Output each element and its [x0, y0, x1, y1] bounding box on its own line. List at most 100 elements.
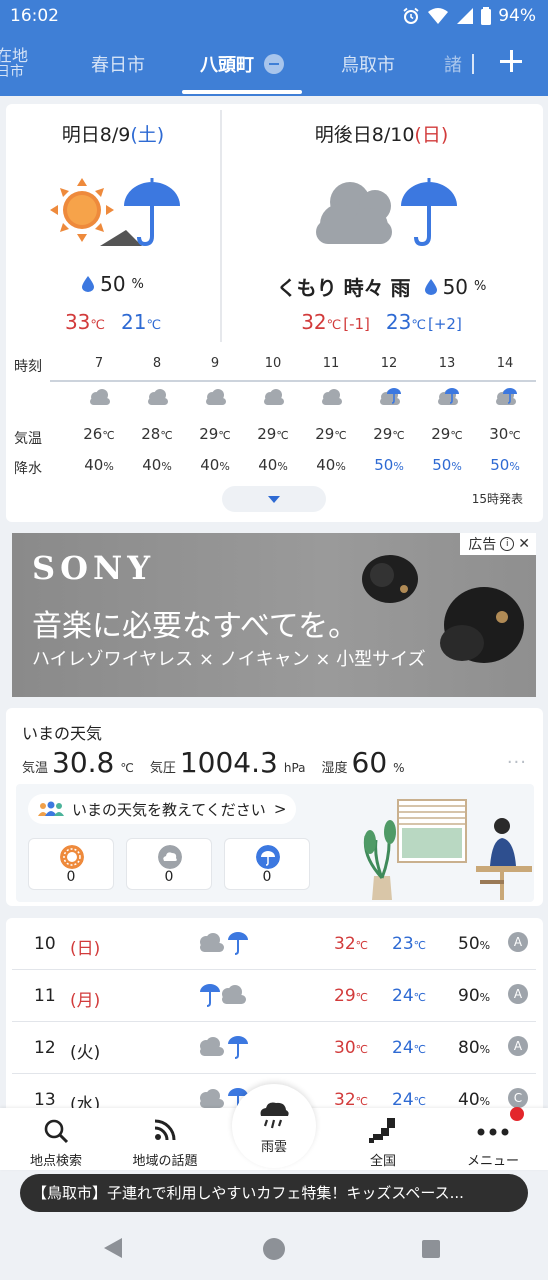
pressure-unit: hPa [283, 761, 306, 775]
hourly-forecast[interactable]: 時刻 気温 降水 7 26℃ 40% 8 28℃ 40% 9 29℃ 40% 10 29℃ 40% 11… [6, 350, 543, 490]
nav-rain-radar[interactable]: 雨雲 [232, 1084, 316, 1168]
day-after-forecast[interactable]: 明後日8/10(日) くもり 時々 雨 50% 32℃ [-1] 23℃ [+2… [220, 104, 543, 340]
day-after-high-diff: [-1] [343, 315, 370, 333]
forecast-card: 明日8/9(土) 50 % 33℃ 21℃ 明後日8/10(日) くもり 時々 … [6, 104, 543, 522]
ad-label[interactable]: 広告 i ✕ [460, 533, 536, 555]
current-humidity: 60 [351, 746, 388, 779]
report-cloudy-button[interactable]: 0 [126, 838, 212, 890]
hour-label: 14 [496, 356, 514, 371]
tab-kasuga[interactable]: 春日市 [80, 36, 156, 92]
ad-subline: ハイレゾワイヤレス × ノイキャン × 小型サイズ [32, 649, 426, 670]
nav-nationwide[interactable]: 全国 [346, 1108, 420, 1170]
ad-label-text: 広告 [468, 537, 497, 553]
recent-apps-icon[interactable] [422, 1240, 440, 1258]
daily-date: 10 [34, 934, 56, 954]
tab-label: 八頭町 [200, 55, 254, 76]
daily-row[interactable]: 11 (月) 29℃ 24℃ 90% A [12, 970, 536, 1022]
daily-rain-chance: 80% [458, 1038, 491, 1058]
remove-tab-icon[interactable] [264, 54, 284, 74]
report-rain-button[interactable]: 0 [224, 838, 310, 890]
back-icon[interactable] [104, 1238, 122, 1258]
raindrop-icon [82, 276, 95, 292]
hour-label: 10 [264, 356, 282, 371]
hour-label: 11 [322, 356, 340, 371]
advertisement-banner[interactable]: SONY 音楽に必要なすべてを。 ハイレゾワイヤレス × ノイキャン × 小型サ… [12, 533, 536, 697]
status-icons: 94% [402, 6, 536, 26]
report-sunny-button[interactable]: 0 [28, 838, 114, 890]
hour-label: 8 [152, 356, 162, 371]
more-options-icon[interactable]: ··· [507, 752, 527, 773]
cloud-icon [261, 386, 287, 408]
tomorrow-forecast[interactable]: 明日8/9(土) 50 % 33℃ 21℃ [6, 104, 220, 340]
tab-divider [472, 54, 474, 74]
tab-current-location-line1: 在地 [0, 46, 29, 65]
ad-info-icon[interactable]: i [500, 537, 515, 551]
home-icon[interactable] [263, 1238, 285, 1260]
daily-date: 12 [34, 1038, 56, 1058]
person-at-window-illustration [363, 799, 532, 900]
daily-high: 32℃ [334, 934, 368, 954]
tomorrow-rain-unit: % [131, 276, 144, 292]
current-weather-card: いまの天気 気温 30.8 ℃ 気圧 1004.3 hPa 湿度 60 % ··… [6, 708, 543, 906]
hour-rain-chance: 40% [142, 456, 172, 474]
active-tab-indicator [182, 90, 302, 94]
daily-high: 29℃ [334, 986, 368, 1006]
issued-time: 15時発表 [471, 492, 523, 506]
status-time: 16:02 [10, 6, 59, 26]
temp-unit: ℃ [90, 318, 105, 333]
hour-rain-chance: 40% [258, 456, 288, 474]
cloud-icon [203, 386, 229, 408]
notification-badge [510, 1107, 524, 1121]
hour-temp: 30℃ [489, 425, 521, 443]
current-weather-title: いまの天気 [22, 724, 103, 743]
news-ticker[interactable]: 【鳥取市】子連れで利用しやすいカフェ特集！キッズスペース... [20, 1174, 528, 1212]
day-after-low-diff: [+2] [427, 315, 462, 333]
sunny-count: 0 [66, 869, 76, 885]
status-bar: 16:02 94% [0, 0, 548, 32]
day-after-rain-unit: % [474, 279, 487, 294]
rain-icon [256, 845, 280, 869]
hour-label: 13 [438, 356, 456, 371]
daily-rain-chance: 90% [458, 986, 491, 1006]
daily-weekday: (月) [70, 991, 101, 1011]
hour-label: 9 [210, 356, 220, 371]
battery-level: 94% [498, 6, 536, 26]
tab-other[interactable]: 諸 [444, 36, 470, 92]
temp-label: 気温 [22, 761, 49, 776]
cloudy-count: 0 [164, 869, 174, 885]
current-temp: 30.8 [52, 746, 115, 779]
earbud-image [440, 587, 524, 663]
expand-hourly-button[interactable] [222, 486, 326, 512]
daily-weekday: (火) [70, 1043, 101, 1063]
ad-close-icon[interactable]: ✕ [518, 536, 530, 552]
japan-map-icon [369, 1118, 395, 1143]
tab-current-location[interactable]: 在地 日市 [0, 36, 36, 92]
hour-row-label: 時刻 [14, 359, 42, 375]
cloud-umbrella-icon [435, 386, 461, 408]
daily-weekday: (日) [70, 939, 101, 959]
nav-location-search[interactable]: 地点検索 [16, 1108, 96, 1170]
cloud-icon [145, 386, 171, 408]
daily-row[interactable]: 10 (日) 32℃ 23℃ 50% A [12, 918, 536, 970]
day-after-high: 32℃ [-1] [301, 310, 370, 334]
daily-row[interactable]: 12 (火) 30℃ 24℃ 80% A [12, 1022, 536, 1074]
nav-local-topics[interactable]: 地域の話題 [120, 1108, 210, 1170]
daily-low: 24℃ [392, 1090, 426, 1110]
daily-date: 11 [34, 986, 56, 1006]
tab-yazu[interactable]: 八頭町 [184, 36, 300, 92]
add-location-button[interactable] [498, 48, 524, 74]
tomorrow-low: 21℃ [121, 310, 161, 334]
day-after-rain-value: 50 [442, 274, 469, 299]
report-weather-link[interactable]: いまの天気を教えてください > [28, 794, 297, 824]
tab-tottori[interactable]: 鳥取市 [330, 36, 406, 92]
hour-temp: 28℃ [141, 425, 173, 443]
reliability-badge: A [508, 984, 528, 1004]
tab-label: 鳥取市 [341, 55, 395, 76]
raindrop-icon [424, 278, 437, 295]
hour-temp: 29℃ [199, 425, 231, 443]
daily-high: 30℃ [334, 1038, 368, 1058]
tomorrow-rain-value: 50 [100, 272, 126, 296]
chevron-right-icon: > [273, 800, 287, 818]
cloud-icon [158, 845, 182, 869]
day-after-temps: 32℃ [-1] 23℃ [+2] [220, 310, 543, 334]
